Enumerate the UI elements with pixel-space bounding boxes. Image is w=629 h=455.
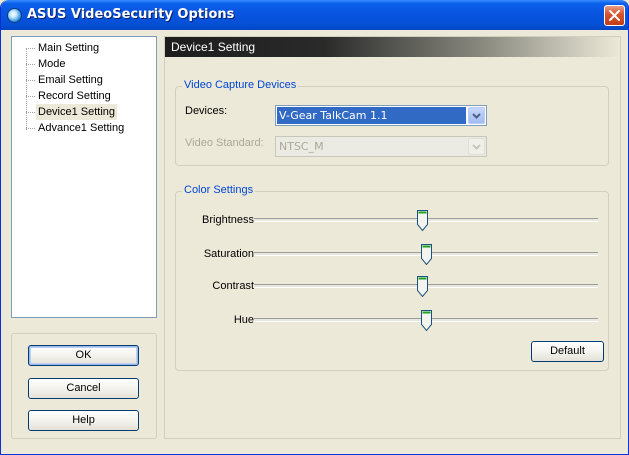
- hue-label: Hue: [233, 314, 254, 326]
- tree-item-label: Main Setting: [38, 42, 100, 54]
- ok-button[interactable]: OK: [28, 345, 139, 366]
- saturation-label: Saturation: [203, 248, 254, 260]
- tree-item-label: Mode: [38, 58, 66, 70]
- dropdown-arrow[interactable]: [468, 138, 485, 155]
- dialog-buttons-panel: OK Cancel Help: [11, 333, 157, 439]
- brightness-slider-thumb[interactable]: [417, 210, 429, 231]
- panel-header-title: Device1 Setting: [171, 40, 256, 54]
- video-standard-label: Video Standard:: [185, 137, 264, 149]
- contrast-label: Contrast: [212, 280, 254, 292]
- window-title: ASUS VideoSecurity Options: [27, 7, 235, 22]
- video-capture-group: Video Capture Devices Devices: V-Gear Ta…: [175, 79, 609, 166]
- options-window: ASUS VideoSecurity Options Main Setting …: [0, 0, 629, 455]
- saturation-slider-thumb[interactable]: [420, 244, 432, 265]
- tree-item-label: Email Setting: [38, 74, 103, 86]
- app-icon: [7, 8, 22, 23]
- contrast-slider-thumb[interactable]: [417, 276, 429, 297]
- cancel-button[interactable]: Cancel: [28, 378, 139, 399]
- devices-label: Devices:: [185, 105, 228, 117]
- video-standard-dropdown[interactable]: NTSC_M: [275, 136, 487, 157]
- tree-item-label: Record Setting: [38, 90, 111, 102]
- devices-value: V-Gear TalkCam 1.1: [277, 107, 466, 124]
- group-title: Color Settings: [182, 184, 256, 196]
- hue-slider-thumb[interactable]: [420, 310, 432, 331]
- device-settings-panel: Device1 Setting Video Capture Devices De…: [164, 36, 621, 439]
- panel-header: Device1 Setting: [165, 37, 620, 57]
- devices-dropdown[interactable]: V-Gear TalkCam 1.1: [275, 105, 487, 126]
- video-standard-value: NTSC_M: [279, 140, 324, 153]
- help-button[interactable]: Help: [28, 410, 139, 431]
- tree-item-label: Advance1 Setting: [38, 122, 125, 134]
- color-settings-group: Color Settings Brightness Saturation Con…: [175, 184, 609, 371]
- chevron-down-icon: [472, 144, 481, 150]
- group-title: Video Capture Devices: [182, 79, 299, 91]
- tree-item-label: Device1 Setting: [36, 104, 118, 120]
- tree-connector: [26, 48, 27, 130]
- dropdown-arrow[interactable]: [468, 107, 485, 124]
- close-button[interactable]: [604, 5, 625, 26]
- close-icon: [609, 10, 620, 21]
- title-bar[interactable]: ASUS VideoSecurity Options: [1, 0, 628, 30]
- settings-tree: Main Setting Mode Email Setting Record S…: [11, 36, 157, 318]
- default-button[interactable]: Default: [531, 341, 604, 362]
- chevron-down-icon: [472, 113, 481, 119]
- brightness-label: Brightness: [202, 214, 254, 226]
